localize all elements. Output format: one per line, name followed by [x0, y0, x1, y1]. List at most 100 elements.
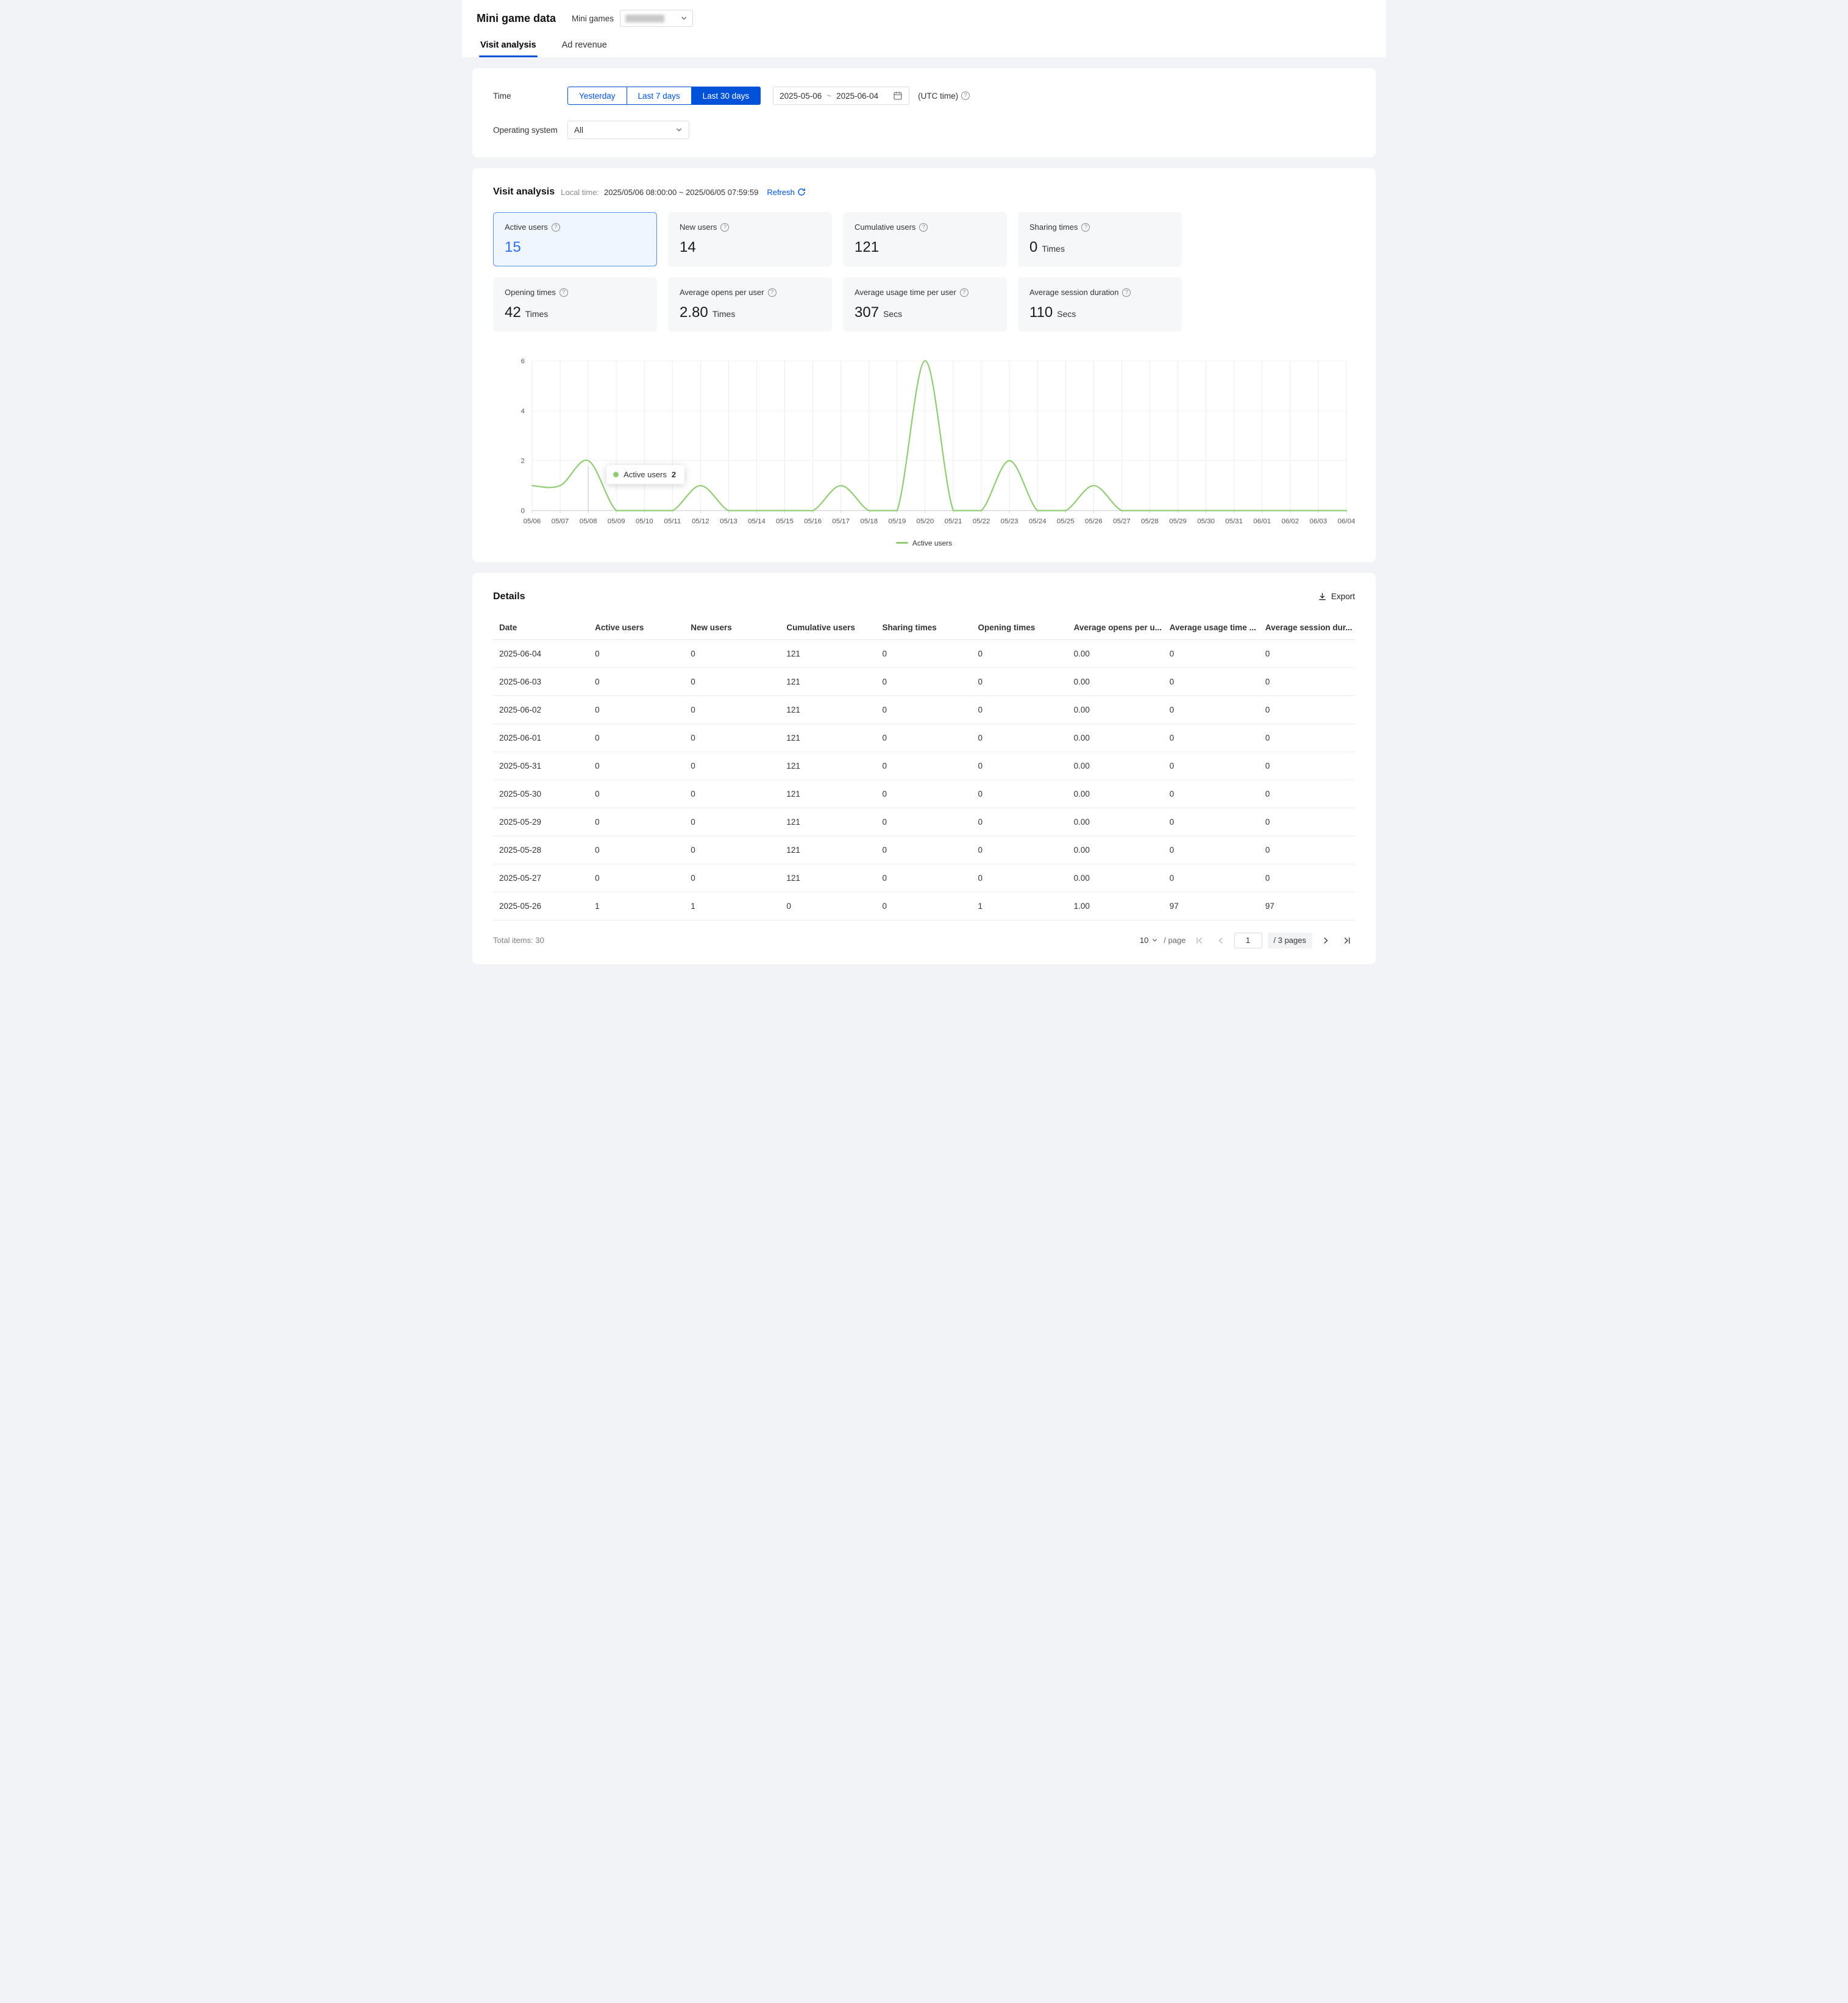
tab-ad-revenue[interactable]: Ad revenue: [561, 34, 608, 57]
stat-card[interactable]: Average opens per user 2.80 Times: [668, 277, 832, 332]
filter-card: Time Yesterday Last 7 days Last 30 days …: [472, 68, 1376, 157]
date-range-input[interactable]: 2025-05-06 ~ 2025-06-04: [773, 87, 909, 105]
svg-text:05/08: 05/08: [580, 518, 597, 525]
table-row: 2025-05-3000121000.0000: [493, 780, 1355, 808]
chevron-down-icon: [675, 126, 683, 133]
cell-value: 0: [876, 808, 972, 836]
stat-card[interactable]: New users 14: [668, 212, 832, 266]
cell-value: 0: [972, 836, 1068, 864]
chart-legend[interactable]: Active users: [493, 539, 1355, 547]
cell-value: 0: [1259, 864, 1355, 892]
cell-value: 0: [684, 639, 780, 667]
cell-value: 0: [876, 696, 972, 724]
previous-page-button[interactable]: [1213, 933, 1229, 948]
cell-value: 97: [1164, 892, 1259, 920]
cell-value: 0: [684, 696, 780, 724]
cell-date: 2025-06-03: [493, 667, 589, 696]
column-header: Average opens per u...: [1068, 616, 1164, 640]
table-row: 2025-05-2700121000.0000: [493, 864, 1355, 892]
stat-value: 110: [1029, 304, 1053, 321]
next-page-button[interactable]: [1318, 933, 1334, 948]
tab-bar: Visit analysis Ad revenue: [462, 34, 1386, 57]
mini-games-select[interactable]: [620, 10, 693, 27]
stat-unit: Times: [713, 309, 736, 319]
visit-chart-svg: 024605/0605/0705/0805/0905/1005/1105/120…: [493, 352, 1355, 536]
cell-value: 0: [972, 696, 1068, 724]
stat-card[interactable]: Average session duration 110 Secs: [1018, 277, 1182, 332]
table-row: 2025-05-3100121000.0000: [493, 752, 1355, 780]
cell-value: 0: [780, 892, 876, 920]
cell-value: 1: [972, 892, 1068, 920]
cell-value: 97: [1259, 892, 1355, 920]
cell-value: 0: [684, 667, 780, 696]
operating-system-select[interactable]: All: [567, 121, 689, 139]
export-button[interactable]: Export: [1318, 592, 1355, 601]
stat-unit: Secs: [883, 309, 902, 319]
help-icon[interactable]: [560, 288, 568, 297]
cell-value: 0: [589, 752, 684, 780]
time-button-last-30-days[interactable]: Last 30 days: [691, 87, 761, 105]
cell-value: 0.00: [1068, 696, 1164, 724]
help-icon[interactable]: [720, 223, 729, 232]
legend-label: Active users: [912, 539, 952, 547]
refresh-icon: [797, 188, 806, 196]
help-icon[interactable]: [961, 91, 970, 100]
cell-value: 121: [780, 667, 876, 696]
cell-value: 121: [780, 780, 876, 808]
cell-date: 2025-05-26: [493, 892, 589, 920]
help-icon[interactable]: [552, 223, 560, 232]
help-icon[interactable]: [960, 288, 968, 297]
svg-text:05/10: 05/10: [636, 518, 653, 525]
tab-visit-analysis[interactable]: Visit analysis: [479, 34, 538, 57]
help-icon[interactable]: [1122, 288, 1131, 297]
time-button-yesterday[interactable]: Yesterday: [567, 87, 627, 105]
column-header: Sharing times: [876, 616, 972, 640]
cell-value: 0: [684, 752, 780, 780]
calendar-icon: [893, 91, 903, 101]
stat-value: 0: [1029, 239, 1037, 256]
first-page-button[interactable]: [1192, 933, 1207, 948]
svg-text:05/09: 05/09: [608, 518, 625, 525]
cell-value: 0: [876, 724, 972, 752]
cell-value: 0: [589, 724, 684, 752]
utc-time-label: (UTC time): [918, 91, 958, 101]
cell-date: 2025-06-04: [493, 639, 589, 667]
svg-text:05/13: 05/13: [720, 518, 737, 525]
table-row: 2025-06-0300121000.0000: [493, 667, 1355, 696]
cell-value: 0.00: [1068, 780, 1164, 808]
table-row: 2025-06-0400121000.0000: [493, 639, 1355, 667]
stat-label: Average opens per user: [680, 288, 764, 297]
column-header: Average session dur...: [1259, 616, 1355, 640]
details-card: Details Export DateActive usersNew users…: [472, 573, 1376, 964]
help-icon[interactable]: [768, 288, 777, 297]
stat-card[interactable]: Sharing times 0 Times: [1018, 212, 1182, 266]
stat-card[interactable]: Opening times 42 Times: [493, 277, 657, 332]
last-page-button[interactable]: [1339, 933, 1355, 948]
stat-card[interactable]: Active users 15: [493, 212, 657, 266]
stat-unit: Secs: [1057, 309, 1076, 319]
cell-value: 0: [876, 892, 972, 920]
stat-label: Cumulative users: [855, 222, 915, 232]
help-icon[interactable]: [1081, 223, 1090, 232]
current-page-input[interactable]: 1: [1234, 933, 1262, 948]
page-size-select[interactable]: 10: [1140, 936, 1158, 945]
stat-card[interactable]: Average usage time per user 307 Secs: [843, 277, 1007, 332]
cell-value: 0: [1259, 724, 1355, 752]
details-table: DateActive usersNew usersCumulative user…: [493, 616, 1355, 920]
stat-card[interactable]: Cumulative users 121: [843, 212, 1007, 266]
cell-value: 121: [780, 836, 876, 864]
cell-value: 0: [589, 780, 684, 808]
cell-value: 0: [972, 808, 1068, 836]
stat-label: Average usage time per user: [855, 288, 956, 297]
chevron-down-icon: [1151, 937, 1158, 944]
refresh-button[interactable]: Refresh: [767, 188, 806, 197]
help-icon[interactable]: [919, 223, 928, 232]
stat-unit: Times: [525, 309, 549, 319]
svg-text:06/03: 06/03: [1310, 518, 1327, 525]
time-button-last-7-days[interactable]: Last 7 days: [627, 87, 692, 105]
svg-text:05/20: 05/20: [917, 518, 934, 525]
table-row: 2025-05-2800121000.0000: [493, 836, 1355, 864]
mini-games-label: Mini games: [572, 14, 614, 23]
cell-value: 0: [972, 724, 1068, 752]
visit-chart[interactable]: 024605/0605/0705/0805/0905/1005/1105/120…: [493, 352, 1355, 536]
